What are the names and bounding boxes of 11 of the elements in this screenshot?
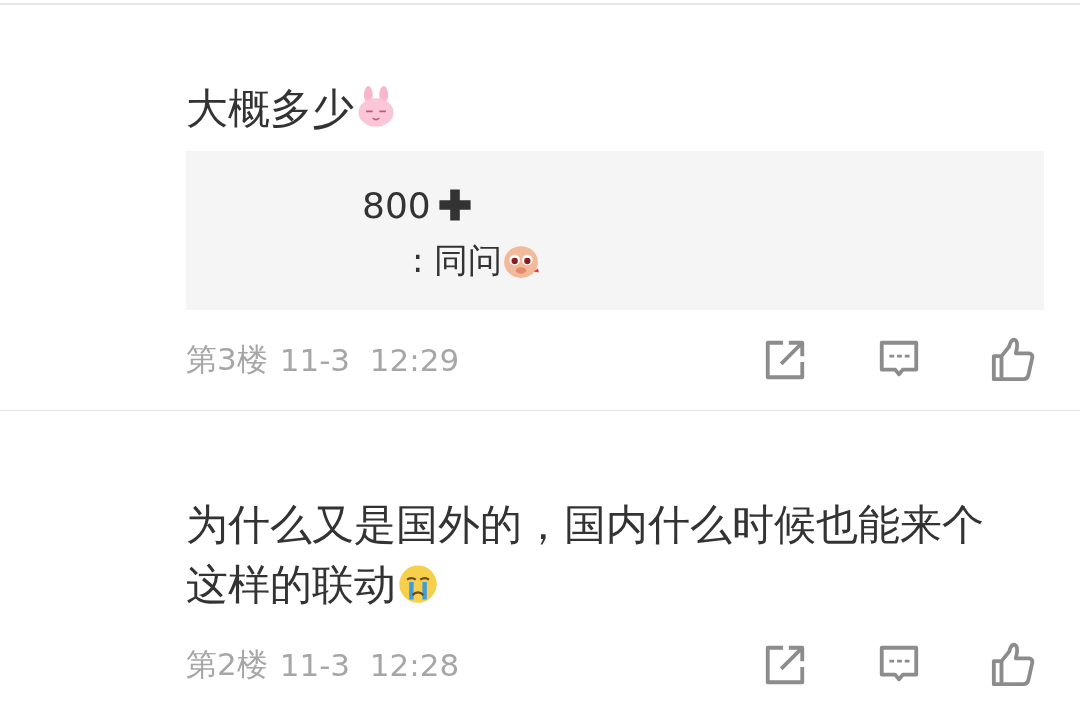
like-icon[interactable] xyxy=(990,337,1036,383)
reply-text: : 同问 xyxy=(412,239,503,282)
comment-text: 为什么又是国外的，国内什么时候也能来个这样的联动 xyxy=(186,499,985,611)
post-time: 11-3 12:28 xyxy=(279,647,460,683)
floor-number: 第3楼 xyxy=(186,340,268,379)
like-icon[interactable] xyxy=(990,642,1036,688)
post-time: 11-3 12:29 xyxy=(279,342,460,378)
floor-number: 第2楼 xyxy=(186,645,268,684)
comment-text: 大概多少 xyxy=(186,79,1016,139)
plus-icon xyxy=(436,187,473,223)
reply-text: 800 xyxy=(362,184,431,226)
